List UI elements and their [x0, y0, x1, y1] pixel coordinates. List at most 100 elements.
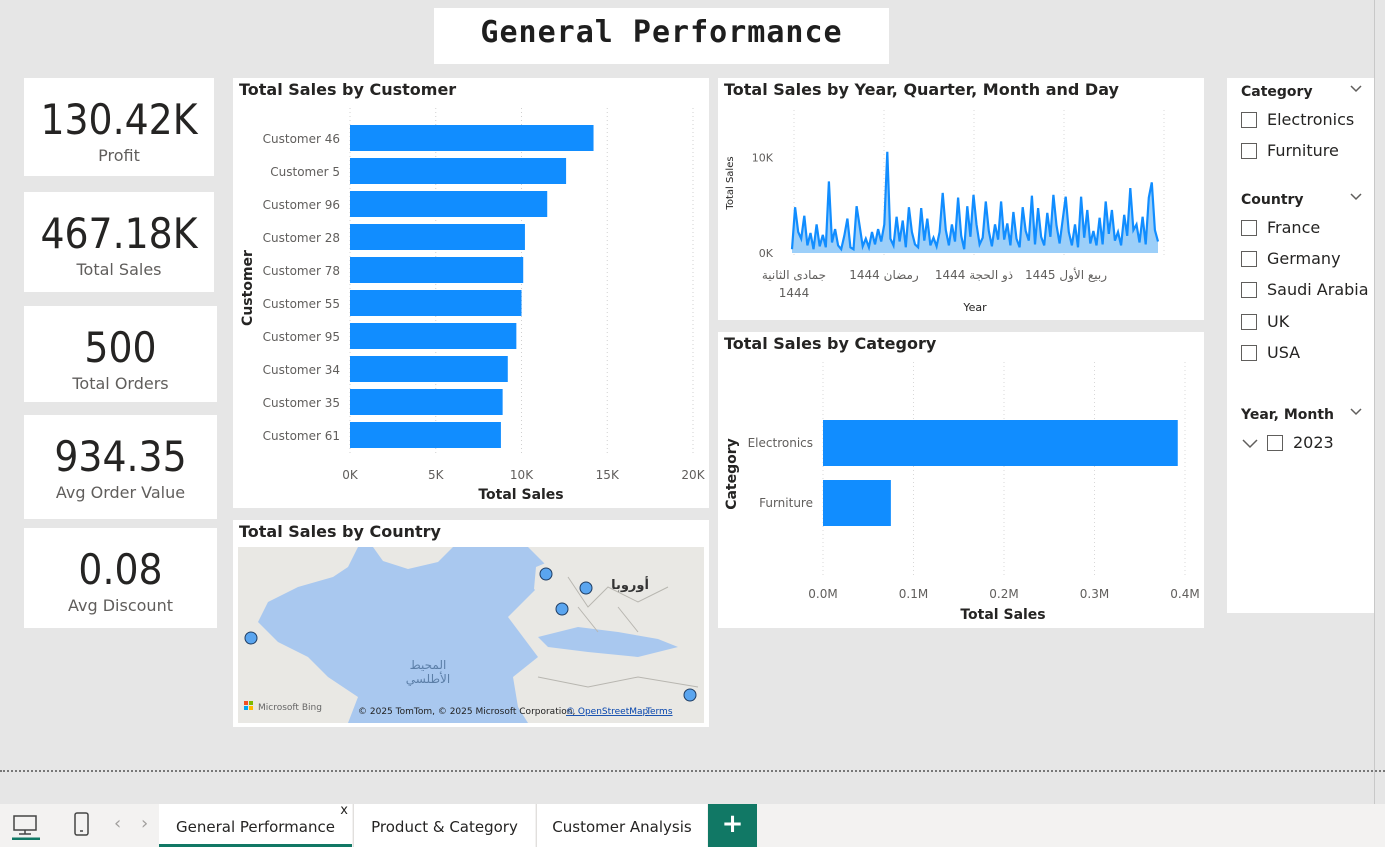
slicer-item-label: Electronics — [1267, 110, 1355, 129]
map-terms-link[interactable]: Terms — [645, 707, 673, 717]
y-axis-title: Category — [724, 438, 740, 510]
category-label: Customer 78 — [263, 264, 340, 278]
bar[interactable] — [350, 389, 503, 415]
kpi-card-total-orders[interactable]: 500 Total Orders — [24, 306, 217, 402]
x-tick-label: 10K — [510, 468, 534, 482]
map-canvas[interactable]: المحيط الأطلسي أوروبا Microsoft Bing © 2… — [238, 547, 704, 723]
slicer-title-country: Country — [1241, 192, 1304, 208]
map-osm-link[interactable]: © OpenStreetMap — [566, 707, 649, 717]
bar[interactable] — [350, 257, 524, 283]
slicer-panel: Category Electronics Furniture Country F… — [1227, 78, 1375, 613]
x-tick-label: 15K — [596, 468, 620, 482]
slicer-item-2023[interactable]: 2023 — [1241, 433, 1334, 453]
customer-sales-chart[interactable]: Total Sales by Customer 0K 5K 10K 15K 20K Cus… — [233, 78, 709, 508]
slicer-item-france[interactable]: France — [1241, 218, 1320, 238]
kpi-card-total-sales[interactable]: 467.18K Total Sales — [24, 192, 214, 292]
x-tick-label: ذو الحجة 1444 — [935, 268, 1013, 283]
checkbox[interactable] — [1241, 314, 1257, 330]
chevron-down-icon[interactable] — [1349, 82, 1363, 100]
page-tab-bar: ‹ › General Performance x Product & Cate… — [0, 803, 1385, 847]
mobile-view-icon[interactable] — [73, 812, 91, 842]
map-label-ocean: الأطلسي — [406, 671, 450, 686]
page-title-text: General Performance — [480, 15, 843, 50]
map-point-usa[interactable] — [244, 631, 258, 645]
country-sales-map[interactable]: Total Sales by Country المحيط الأطلسي أو… — [233, 520, 709, 727]
slicer-item-furniture[interactable]: Furniture — [1241, 141, 1339, 161]
slicer-item-label: UK — [1267, 312, 1290, 331]
x-axis-title: Total Sales — [478, 487, 563, 503]
x-axis-title: Year — [962, 301, 987, 314]
add-page-button[interactable]: + — [708, 804, 757, 847]
tab-label: Product & Category — [371, 818, 518, 836]
slicer-item-label: Germany — [1267, 249, 1341, 268]
time-sales-chart[interactable]: Total Sales by Year, Quarter, Month and … — [718, 78, 1204, 320]
x-tick-label: 0.3M — [1080, 587, 1109, 601]
kpi-value: 934.35 — [54, 432, 187, 481]
chevron-down-icon[interactable] — [1349, 405, 1363, 423]
page-separator — [0, 770, 1385, 772]
kpi-label: Total Orders — [72, 374, 169, 393]
category-bar-chart-svg: 0.0M 0.1M 0.2M 0.3M 0.4M Electronics Furniture… — [724, 362, 1200, 623]
checkbox[interactable] — [1241, 112, 1257, 128]
y-axis-title: Total Sales — [725, 156, 736, 210]
category-sales-chart[interactable]: Total Sales by Category 0.0M 0.1M 0.2M 0.3M… — [718, 332, 1204, 628]
bar[interactable] — [350, 356, 508, 382]
bar[interactable] — [350, 422, 501, 448]
chevron-down-icon[interactable] — [1349, 190, 1363, 208]
kpi-label: Profit — [98, 146, 140, 165]
bar[interactable] — [350, 191, 548, 217]
slicer-item-saudi-arabia[interactable]: Saudi Arabia — [1241, 280, 1369, 300]
tab-label: Customer Analysis — [552, 818, 692, 836]
map-point-uk[interactable] — [539, 567, 553, 581]
checkbox[interactable] — [1241, 143, 1257, 159]
bar[interactable] — [350, 290, 522, 316]
slicer-item-germany[interactable]: Germany — [1241, 249, 1341, 269]
desktop-view-icon[interactable] — [12, 814, 40, 844]
tab-customer-analysis[interactable]: Customer Analysis — [536, 804, 707, 847]
map-point-france[interactable] — [555, 602, 569, 616]
scrollbar-divider — [1374, 0, 1375, 804]
map-label-europe: أوروبا — [611, 576, 649, 593]
bar[interactable] — [350, 125, 594, 151]
x-tick-label: 20K — [681, 468, 705, 482]
tab-label: General Performance — [176, 818, 335, 836]
category-label: Electronics — [748, 436, 813, 450]
map-point-saudi-arabia[interactable] — [683, 688, 697, 702]
kpi-card-avg-order-value[interactable]: 934.35 Avg Order Value — [24, 415, 217, 519]
tab-product-category[interactable]: Product & Category — [353, 804, 535, 847]
tab-next-button[interactable]: › — [141, 813, 148, 834]
slicer-item-usa[interactable]: USA — [1241, 343, 1300, 363]
customer-bar-chart-svg: 0K 5K 10K 15K 20K Customer 46 Customer 5 Custom… — [240, 108, 706, 503]
expand-chevron-icon[interactable] — [1241, 435, 1259, 455]
map-label-ocean: المحيط — [410, 658, 447, 672]
tab-general-performance[interactable]: General Performance x — [159, 803, 352, 847]
slicer-item-electronics[interactable]: Electronics — [1241, 110, 1354, 130]
x-tick-label: 0.1M — [899, 587, 928, 601]
category-label: Furniture — [759, 496, 813, 510]
checkbox[interactable] — [1241, 282, 1257, 298]
slicer-item-uk[interactable]: UK — [1241, 312, 1289, 332]
checkbox[interactable] — [1241, 345, 1257, 361]
tab-prev-button[interactable]: ‹ — [114, 813, 121, 834]
category-label: Customer 34 — [263, 363, 340, 377]
map-point-germany[interactable] — [579, 581, 593, 595]
bar[interactable] — [823, 480, 891, 526]
checkbox[interactable] — [1241, 220, 1257, 236]
slicer-title-category: Category — [1241, 84, 1313, 100]
bar[interactable] — [350, 224, 525, 250]
checkbox[interactable] — [1267, 435, 1283, 451]
y-tick-label: 10K — [752, 152, 774, 165]
bar[interactable] — [350, 323, 517, 349]
kpi-card-profit[interactable]: 130.42K Profit — [24, 78, 214, 176]
close-icon[interactable]: x — [340, 788, 348, 834]
category-label: Customer 35 — [263, 396, 340, 410]
bar[interactable] — [350, 158, 567, 184]
kpi-card-avg-discount[interactable]: 0.08 Avg Discount — [24, 528, 217, 628]
kpi-value: 130.42K — [40, 95, 198, 144]
bar[interactable] — [823, 420, 1178, 466]
x-tick-label: 1444 — [779, 286, 810, 300]
category-label: Customer 95 — [263, 330, 340, 344]
x-tick-label: 0.2M — [989, 587, 1018, 601]
checkbox[interactable] — [1241, 251, 1257, 267]
x-tick-label: رمضان 1444 — [849, 268, 919, 283]
